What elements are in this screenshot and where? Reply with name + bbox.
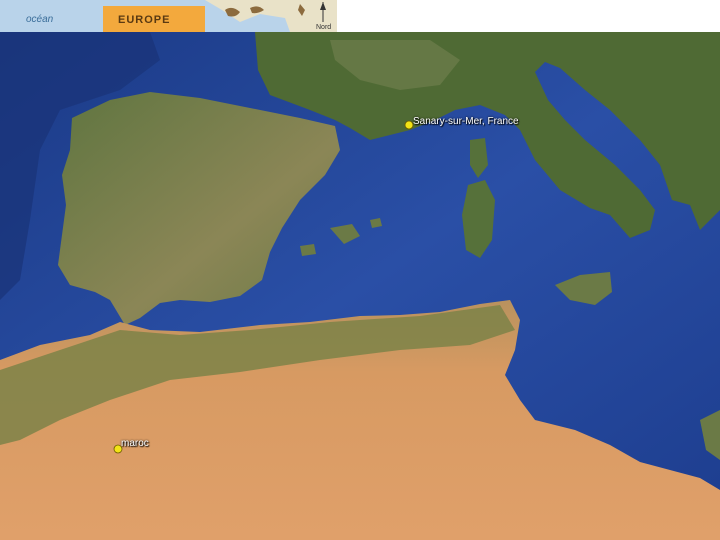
satellite-map[interactable]: [0, 32, 720, 540]
inset-region-label: EUROPE: [118, 14, 171, 26]
marker-label-maroc: maroc: [121, 438, 149, 449]
europe-inset-map: océan EUROPE Nord: [0, 0, 337, 32]
marker-pin-sanary[interactable]: [404, 120, 414, 130]
inset-ocean-label: océan: [26, 14, 54, 25]
ibiza: [300, 244, 316, 256]
inset-north-label: Nord: [316, 24, 332, 31]
marker-label-sanary: Sanary-sur-Mer, France: [413, 116, 519, 127]
